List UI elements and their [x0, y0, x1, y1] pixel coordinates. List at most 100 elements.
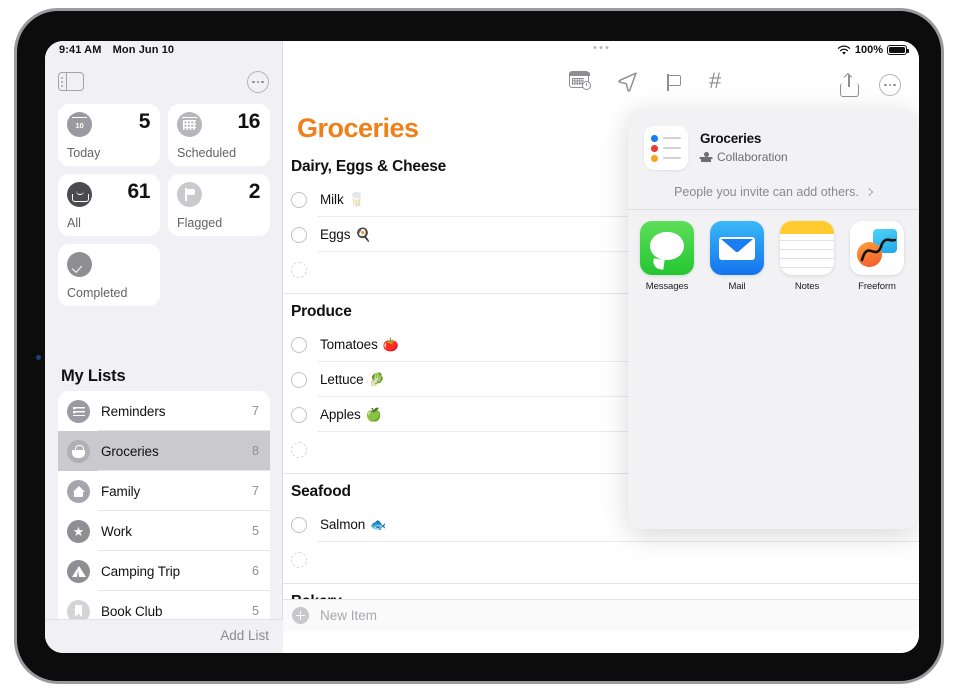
wifi-icon [837, 44, 851, 55]
complete-circle-icon[interactable] [291, 406, 307, 423]
sidebar-item-reminders[interactable]: Reminders 7 [58, 391, 270, 431]
share-app-row: Messages Mail Notes Freeform [640, 221, 918, 292]
share-target-notes[interactable]: Notes [780, 221, 834, 292]
complete-circle-icon[interactable] [291, 516, 307, 533]
status-bar: 9:41 AM Mon Jun 10 100% [45, 41, 919, 63]
location-arrow-icon[interactable] [617, 71, 639, 93]
smart-card-completed[interactable]: Completed [58, 244, 160, 306]
notes-app-icon [780, 221, 834, 275]
complete-circle-icon[interactable] [291, 261, 307, 278]
list-label: Work [101, 523, 132, 539]
ipad-device-frame: 9:41 AM Mon Jun 10 100% 10 5 Today 16 Sc… [14, 8, 944, 684]
battery-percent: 100% [854, 44, 883, 56]
item-emoji: 🍳 [355, 226, 372, 242]
share-target-mail[interactable]: Mail [710, 221, 764, 292]
today-calendar-icon: 10 [67, 112, 92, 137]
sidebar-item-work[interactable]: ★ Work 5 [58, 511, 270, 551]
sidebar-item-camping-trip[interactable]: Camping Trip 6 [58, 551, 270, 591]
page-title: Groceries [297, 113, 419, 143]
sidebar-item-family[interactable]: Family 7 [58, 471, 270, 511]
item-label: Salmon [320, 517, 366, 532]
sidebar-footer: Add List [45, 619, 283, 653]
hashtag-icon[interactable]: # [709, 70, 731, 93]
add-list-button[interactable]: Add List [220, 628, 269, 643]
item-emoji: 🍏 [365, 406, 382, 422]
star-icon: ★ [67, 519, 90, 543]
smart-card-label: Completed [67, 286, 128, 300]
status-bar-right: 100% [837, 44, 909, 56]
flag-outline-icon[interactable] [665, 72, 683, 92]
ipad-screen: 9:41 AM Mon Jun 10 100% 10 5 Today 16 Sc… [45, 41, 919, 653]
status-bar-left: 9:41 AM Mon Jun 10 [59, 44, 174, 56]
share-target-freeform[interactable]: Freeform [850, 221, 904, 292]
smart-card-label: Flagged [177, 216, 223, 230]
sidebar-item-groceries[interactable]: Groceries 8 [58, 431, 270, 471]
list-label: Camping Trip [101, 563, 181, 579]
share-icon[interactable] [839, 73, 861, 97]
sidebar-more-circle-icon[interactable] [247, 71, 269, 93]
list-count: 6 [252, 564, 259, 578]
complete-circle-icon[interactable] [291, 441, 307, 458]
smart-card-count: 61 [127, 180, 150, 203]
item-emoji: 🥛 [348, 191, 365, 207]
main-more-circle-icon[interactable] [879, 74, 901, 96]
invite-permission-button[interactable]: People you invite can add others. [628, 175, 918, 209]
basket-icon [67, 439, 90, 463]
smart-card-scheduled[interactable]: 16 Scheduled [168, 104, 270, 166]
smart-lists-grid: 10 5 Today 16 Scheduled 61 All 2 Flagged… [58, 104, 270, 306]
groceries-list-icon [644, 126, 688, 170]
invite-permission-label: People you invite can add others. [674, 185, 859, 199]
list-count: 5 [252, 524, 259, 538]
all-inbox-icon [67, 182, 92, 207]
chevron-right-icon [864, 187, 874, 197]
battery-full-icon [887, 45, 909, 55]
main-toolbar: # [283, 63, 919, 105]
tent-icon [67, 559, 90, 583]
calendar-clock-icon[interactable] [568, 71, 591, 93]
new-item-bar[interactable]: New Item [283, 599, 919, 631]
item-label: Lettuce [320, 372, 364, 387]
messages-app-icon [640, 221, 694, 275]
complete-circle-icon[interactable] [291, 551, 307, 568]
smart-card-flagged[interactable]: 2 Flagged [168, 174, 270, 236]
item-label: Eggs [320, 227, 351, 242]
sidebar-toolbar [45, 63, 283, 103]
flag-icon [177, 182, 202, 207]
my-lists-group: Reminders 7 Groceries 8 Family 7 ★ Work … [58, 391, 270, 631]
new-item-input[interactable]: New Item [320, 608, 377, 623]
item-emoji: 🐟 [370, 516, 387, 532]
popover-title: Groceries [700, 131, 762, 146]
complete-circle-icon[interactable] [291, 226, 307, 243]
sidebar-toggle-icon[interactable] [58, 72, 84, 91]
item-row-empty[interactable] [283, 542, 919, 577]
mail-app-icon [710, 221, 764, 275]
smart-card-all[interactable]: 61 All [58, 174, 160, 236]
popover-subtitle: Collaboration [717, 150, 788, 164]
item-emoji: 🥬 [368, 371, 385, 387]
complete-circle-icon[interactable] [291, 371, 307, 388]
smart-card-label: All [67, 216, 81, 230]
smart-card-label: Today [67, 146, 101, 160]
share-target-messages[interactable]: Messages [640, 221, 694, 292]
smart-card-count: 16 [237, 110, 260, 133]
smart-card-label: Scheduled [177, 146, 237, 160]
list-label: Family [101, 483, 141, 499]
list-count: 7 [252, 484, 259, 498]
list-label: Book Club [101, 603, 163, 619]
house-icon [67, 479, 90, 503]
app-label: Notes [794, 281, 820, 292]
smart-card-today[interactable]: 10 5 Today [58, 104, 160, 166]
list-label: Reminders [101, 403, 166, 419]
list-count: 5 [252, 604, 259, 618]
collaboration-people-icon [700, 152, 712, 162]
status-time: 9:41 AM [59, 44, 102, 56]
plus-circle-icon[interactable] [292, 607, 309, 624]
share-popover: Groceries Collaboration People you invit… [628, 109, 918, 529]
item-label: Tomatoes [320, 337, 378, 352]
app-label: Messages [645, 281, 689, 292]
complete-circle-icon[interactable] [291, 336, 307, 353]
bulleted-list-icon [67, 399, 90, 423]
app-label: Freeform [858, 281, 896, 292]
list-count: 7 [252, 404, 259, 418]
complete-circle-icon[interactable] [291, 191, 307, 208]
